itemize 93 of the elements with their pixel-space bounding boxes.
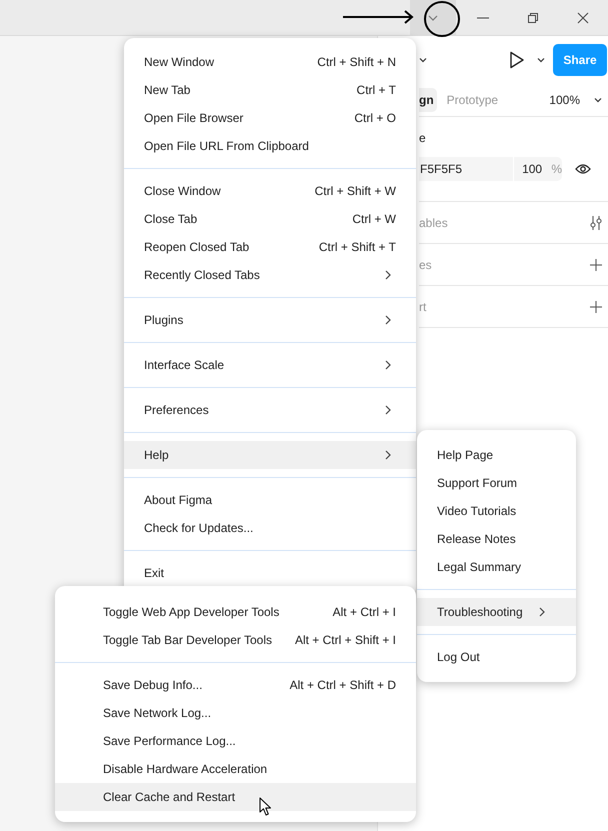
menu-item[interactable]: Legal Summary	[417, 553, 576, 581]
menu-item-label: Disable Hardware Acceleration	[103, 762, 268, 776]
section-label: rt	[419, 300, 426, 314]
menu-item-label: Interface Scale	[144, 358, 226, 372]
menu-item[interactable]: Disable Hardware Acceleration	[55, 755, 416, 783]
mouse-pointer-icon	[259, 797, 273, 817]
menu-item-label: Open File Browser	[144, 111, 244, 125]
menu-item[interactable]: Clear Cache and Restart	[55, 783, 416, 811]
menu-item[interactable]: Close Window Ctrl + Shift + W	[124, 177, 416, 205]
menu-item-label: Close Window	[144, 184, 222, 198]
section-label: ables	[419, 216, 448, 230]
menu-item-label: Help Page	[437, 448, 494, 462]
menu-item-label: Save Network Log...	[103, 706, 212, 720]
menu-item[interactable]: Recently Closed Tabs	[124, 261, 416, 289]
menu-item[interactable]: Exit	[124, 559, 416, 587]
annotation-circle	[423, 0, 461, 38]
menu-item-label: Clear Cache and Restart	[103, 790, 236, 804]
chevron-down-icon	[427, 14, 439, 22]
shortcut-label: Ctrl + Shift + N	[317, 55, 396, 69]
menu-item[interactable]: Save Debug Info... Alt + Ctrl + Shift + D	[55, 671, 416, 699]
menu-item[interactable]: Help Page	[417, 441, 576, 469]
annotation-arrow	[343, 10, 415, 24]
menu-item[interactable]: Toggle Tab Bar Developer Tools Alt + Ctrl + Shift + I	[55, 626, 416, 654]
panel-tab[interactable]: gn	[419, 88, 437, 112]
menu-item-label: New Tab	[144, 83, 192, 97]
menu-item-label: About Figma	[144, 493, 214, 507]
menu-item[interactable]: Preferences	[124, 396, 416, 424]
menu-item-label: Toggle Web App Developer Tools	[103, 605, 280, 619]
menu-item-label: Check for Updates...	[144, 521, 254, 535]
menu-item[interactable]: Save Performance Log...	[55, 727, 416, 755]
menu-item[interactable]: Interface Scale	[124, 351, 416, 379]
shortcut-label: Ctrl + Shift + W	[314, 184, 396, 198]
section-label: es	[419, 258, 432, 272]
menu-item[interactable]: About Figma	[124, 486, 416, 514]
menu-item-label: Help	[144, 448, 170, 462]
menu-item[interactable]: Help	[124, 441, 416, 469]
plus-icon[interactable]	[590, 300, 602, 312]
menu-item-label: Recently Closed Tabs	[144, 268, 261, 282]
color-field[interactable]: F5F5F5 100 %	[419, 157, 562, 181]
menu-item-label: Save Debug Info...	[103, 678, 204, 692]
menu-item-label: Log Out	[437, 650, 481, 664]
zoom-level[interactable]: 100%	[549, 93, 580, 107]
eye-icon[interactable]	[575, 163, 591, 175]
chevron-down-icon[interactable]	[419, 57, 427, 63]
menu-item-label: Toggle Tab Bar Developer Tools	[103, 633, 273, 647]
menu-item-label: New Window	[144, 55, 216, 69]
shortcut-label: Ctrl + W	[352, 212, 396, 226]
menu-item-label: Video Tutorials	[437, 504, 518, 518]
menu-item[interactable]: Open File URL From Clipboard	[124, 132, 416, 160]
menu-item-label: Support Forum	[437, 476, 518, 490]
sliders-icon[interactable]	[590, 216, 602, 230]
shortcut-label: Ctrl + O	[354, 111, 396, 125]
shortcut-label: Alt + Ctrl + I	[332, 605, 396, 619]
menu-item[interactable]: Close Tab Ctrl + W	[124, 205, 416, 233]
minimize-icon	[477, 16, 489, 18]
shortcut-label: Alt + Ctrl + Shift + D	[290, 678, 396, 692]
menu-item-label: Preferences	[144, 403, 210, 417]
restore-icon	[527, 12, 539, 24]
menu-item[interactable]: Release Notes	[417, 525, 576, 553]
menu-item-label: Troubleshooting	[437, 605, 524, 619]
menu-item[interactable]: Reopen Closed Tab Ctrl + Shift + T	[124, 233, 416, 261]
hex-value: F5F5F5	[419, 162, 464, 176]
menu-item[interactable]: Toggle Web App Developer Tools Alt + Ctrl + I	[55, 598, 416, 626]
plus-icon[interactable]	[590, 258, 602, 270]
menu-item[interactable]: Open File Browser Ctrl + O	[124, 104, 416, 132]
menu-item-label: Close Tab	[144, 212, 198, 226]
menu-item[interactable]: Support Forum	[417, 469, 576, 497]
play-icon[interactable]	[509, 51, 525, 69]
percent-label: %	[551, 162, 562, 176]
menu-item[interactable]: Save Network Log...	[55, 699, 416, 727]
menu-item-label: Exit	[144, 566, 166, 580]
menu-item-label: Release Notes	[437, 532, 517, 546]
shortcut-label: Ctrl + Shift + T	[318, 240, 396, 254]
menu-item-label: Save Performance Log...	[103, 734, 237, 748]
opacity-value: 100	[513, 157, 546, 181]
menu-item[interactable]: New Window Ctrl + Shift + N	[124, 48, 416, 76]
menu-item[interactable]: Check for Updates...	[124, 514, 416, 542]
section-label: e	[419, 131, 427, 147]
menu-item[interactable]: New Tab Ctrl + T	[124, 76, 416, 104]
menu-item-label: Plugins	[144, 313, 184, 327]
chevron-down-icon[interactable]	[537, 57, 545, 63]
menu-item[interactable]: Troubleshooting	[417, 598, 576, 626]
menu-item-label: Open File URL From Clipboard	[144, 139, 310, 153]
menu-item[interactable]: Plugins	[124, 306, 416, 334]
chevron-down-icon[interactable]	[594, 97, 602, 103]
menu-item-label: Legal Summary	[437, 560, 522, 574]
menu-item[interactable]: Video Tutorials	[417, 497, 576, 525]
shortcut-label: Ctrl + T	[356, 83, 396, 97]
menu-item-label: Reopen Closed Tab	[144, 240, 250, 254]
menu-item[interactable]: Log Out	[417, 643, 576, 671]
dropdown-button[interactable]	[410, 0, 456, 35]
close-icon	[577, 12, 589, 24]
shortcut-label: Alt + Ctrl + Shift + I	[294, 633, 396, 647]
